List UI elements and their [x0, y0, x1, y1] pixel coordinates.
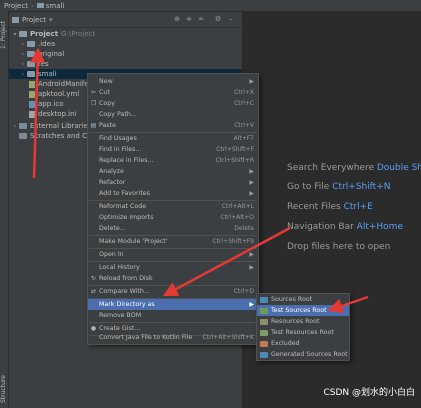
annotation-arrow-mark-directory	[162, 226, 291, 297]
watermark: CSDN @划水的小白白	[323, 388, 415, 398]
annotation-overlay	[30, 47, 369, 314]
annotation-arrow-test-sources	[327, 295, 369, 314]
annotation-arrow-smali	[30, 47, 46, 179]
